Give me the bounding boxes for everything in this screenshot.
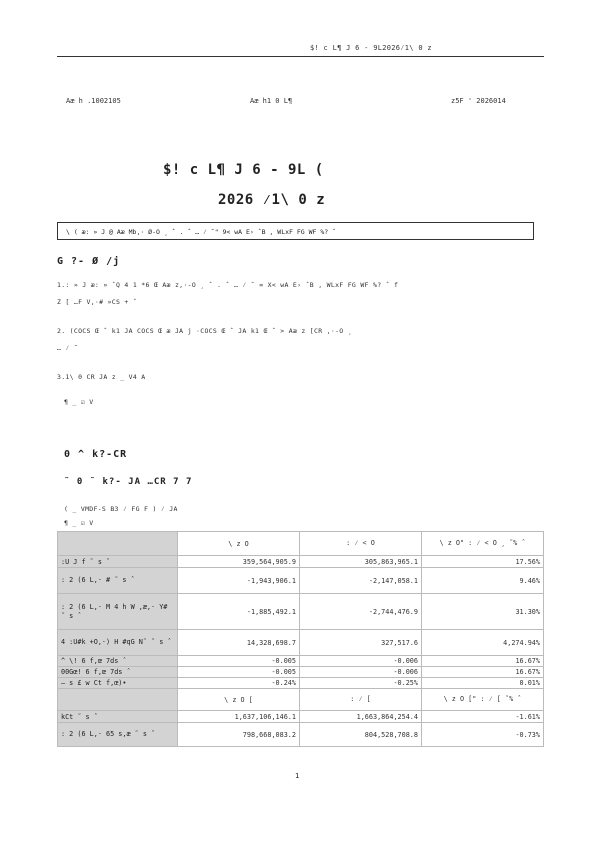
table-row: ^ \! 6 f,œ 7ds ˆ -0.005 -0.006 16.67%	[57, 655, 544, 667]
item2-line1: 2. (COCS Œ ˆ k1 JA COCS Œ æ JA j ·COCS Œ…	[57, 327, 352, 335]
section-heading-financial: 0 ^ k?-CR	[64, 449, 128, 460]
change-value: 9.46%	[421, 567, 544, 594]
row-label: :U J f ˜ s ˆ	[57, 555, 178, 568]
table-header-cell	[57, 531, 178, 556]
change-value: 4,274.94%	[421, 629, 544, 656]
item2-line2: … ⁄ ˜	[57, 344, 79, 352]
financial-data-table: \ z O : ⁄ < O \ z O" : ⁄ < O ¸ ˜% ˆ :U J…	[57, 531, 544, 747]
prior-period-value: -0.006	[299, 655, 422, 667]
current-period-value: -0.005	[177, 666, 300, 678]
restate-check-row: ¶ _ ☑ V	[64, 519, 94, 527]
table-row: : 2 (6 L,· 65 s,æ ˜ s ˆ 798,668,083.2 80…	[57, 722, 544, 747]
section-heading-important: G ?- Ø /j	[57, 256, 121, 267]
table-row: : 2 (6 L,· # ˜ s ˆ -1,943,906.1 -2,147,0…	[57, 567, 544, 594]
document-title-line2: 2026 ⁄1\ 0 z	[218, 192, 326, 208]
table-header-row: \ z O : ⁄ < O \ z O" : ⁄ < O ¸ ˜% ˆ	[57, 531, 544, 556]
current-period-value: 359,564,905.9	[177, 555, 300, 568]
security-code: Aæ h .1002105	[66, 97, 121, 105]
row-label: : 2 (6 L,· # ˜ s ˆ	[57, 567, 178, 594]
table-header-cell: : ⁄ [	[299, 688, 422, 711]
prior-period-value: 804,528,708.8	[299, 722, 422, 747]
table-header-cell	[57, 688, 178, 711]
current-period-value: 798,668,083.2	[177, 722, 300, 747]
table-header-cell: \ z O	[177, 531, 300, 556]
document-title-line1: $! c L¶ J 6 - 9L (	[163, 162, 324, 178]
prior-period-value: -2,147,058.1	[299, 567, 422, 594]
audit-check-row: ¶ _ ☑ V	[64, 398, 94, 406]
row-label: kCt ˜ s ˆ	[57, 710, 178, 723]
prior-period-value: 1,663,864,254.4	[299, 710, 422, 723]
row-label: — s £ w Ct f,œ)•	[57, 677, 178, 689]
table-row: kCt ˜ s ˆ 1,637,106,146.1 1,663,864,254.…	[57, 710, 544, 723]
current-period-value: 1,637,106,146.1	[177, 710, 300, 723]
change-value: -0.73%	[421, 722, 544, 747]
page-number: 1	[295, 772, 300, 780]
prior-period-value: -0.25%	[299, 677, 422, 689]
table-header-row: \ z O [ : ⁄ [ \ z O [" : ⁄ [ ˜% ˆ	[57, 688, 544, 711]
data-note: ( _ VMDF-S B3 ⁄ FG F ) ⁄ JA	[64, 505, 178, 513]
change-value: 16.67%	[421, 655, 544, 667]
table-header-cell: \ z O" : ⁄ < O ¸ ˜% ˆ	[421, 531, 544, 556]
subsection-heading-data: ˜ 0 ˜ k?- JA …CR 7 7	[64, 477, 193, 487]
header-rule	[57, 56, 544, 57]
row-label: 4 :U#k +O,·) H #qG N˜ ˜ s ˆ	[57, 629, 178, 656]
row-label: : 2 (6 L,· M 4 h W ,æ,· Y# ˜ s ˆ	[57, 593, 178, 630]
current-period-value: -0.24%	[177, 677, 300, 689]
prior-period-value: 327,517.6	[299, 629, 422, 656]
notice-text: \ ( æ: » J @ Aæ Mb,· Ø-O ¸ ˆ . ˆ … ⁄ ˜" …	[66, 228, 337, 236]
change-value: 0.01%	[421, 677, 544, 689]
item1-line2: Z [ …F V,·# »CS + ˆ	[57, 298, 138, 306]
row-label: : 2 (6 L,· 65 s,æ ˜ s ˆ	[57, 722, 178, 747]
change-value: -1.61%	[421, 710, 544, 723]
notice-box: \ ( æ: » J @ Aæ Mb,· Ø-O ¸ ˆ . ˆ … ⁄ ˜" …	[57, 222, 534, 240]
current-period-value: -1,943,906.1	[177, 567, 300, 594]
item1-line1: 1.: » J æ: » ˆQ 4 1 *6 Œ Aæ z,·-O ¸ ˆ . …	[57, 281, 399, 289]
prior-period-value: -0.006	[299, 666, 422, 678]
prior-period-value: 305,863,965.1	[299, 555, 422, 568]
change-value: 17.56%	[421, 555, 544, 568]
item3: 3.1\ 0 CR JA z _ V4 A	[57, 373, 146, 381]
table-header-cell: \ z O [" : ⁄ [ ˜% ˆ	[421, 688, 544, 711]
row-label: 00Gœ! 6 f,œ 7ds ˆ	[57, 666, 178, 678]
table-row: : 2 (6 L,· M 4 h W ,æ,· Y# ˜ s ˆ -1,885,…	[57, 593, 544, 630]
security-name: Aæ h1 0 L¶	[250, 97, 293, 105]
table-row: 4 :U#k +O,·) H #qG N˜ ˜ s ˆ 14,328,698.7…	[57, 629, 544, 656]
table-row: 00Gœ! 6 f,œ 7ds ˆ -0.005 -0.006 16.67%	[57, 666, 544, 678]
table-row: :U J f ˜ s ˆ 359,564,905.9 305,863,965.1…	[57, 555, 544, 568]
current-period-value: -0.005	[177, 655, 300, 667]
table-row: — s £ w Ct f,œ)• -0.24% -0.25% 0.01%	[57, 677, 544, 689]
table-header-cell: : ⁄ < O	[299, 531, 422, 556]
current-period-value: -1,885,492.1	[177, 593, 300, 630]
change-value: 16.67%	[421, 666, 544, 678]
row-label: ^ \! 6 f,œ 7ds ˆ	[57, 655, 178, 667]
current-period-value: 14,328,698.7	[177, 629, 300, 656]
prior-period-value: -2,744,476.9	[299, 593, 422, 630]
change-value: 31.30%	[421, 593, 544, 630]
announcement-number: z5F ' 2026014	[451, 97, 506, 105]
table-header-cell: \ z O [	[177, 688, 300, 711]
running-header: $! c L¶ J 6 - 9L2026⁄1\ 0 z	[310, 44, 432, 52]
